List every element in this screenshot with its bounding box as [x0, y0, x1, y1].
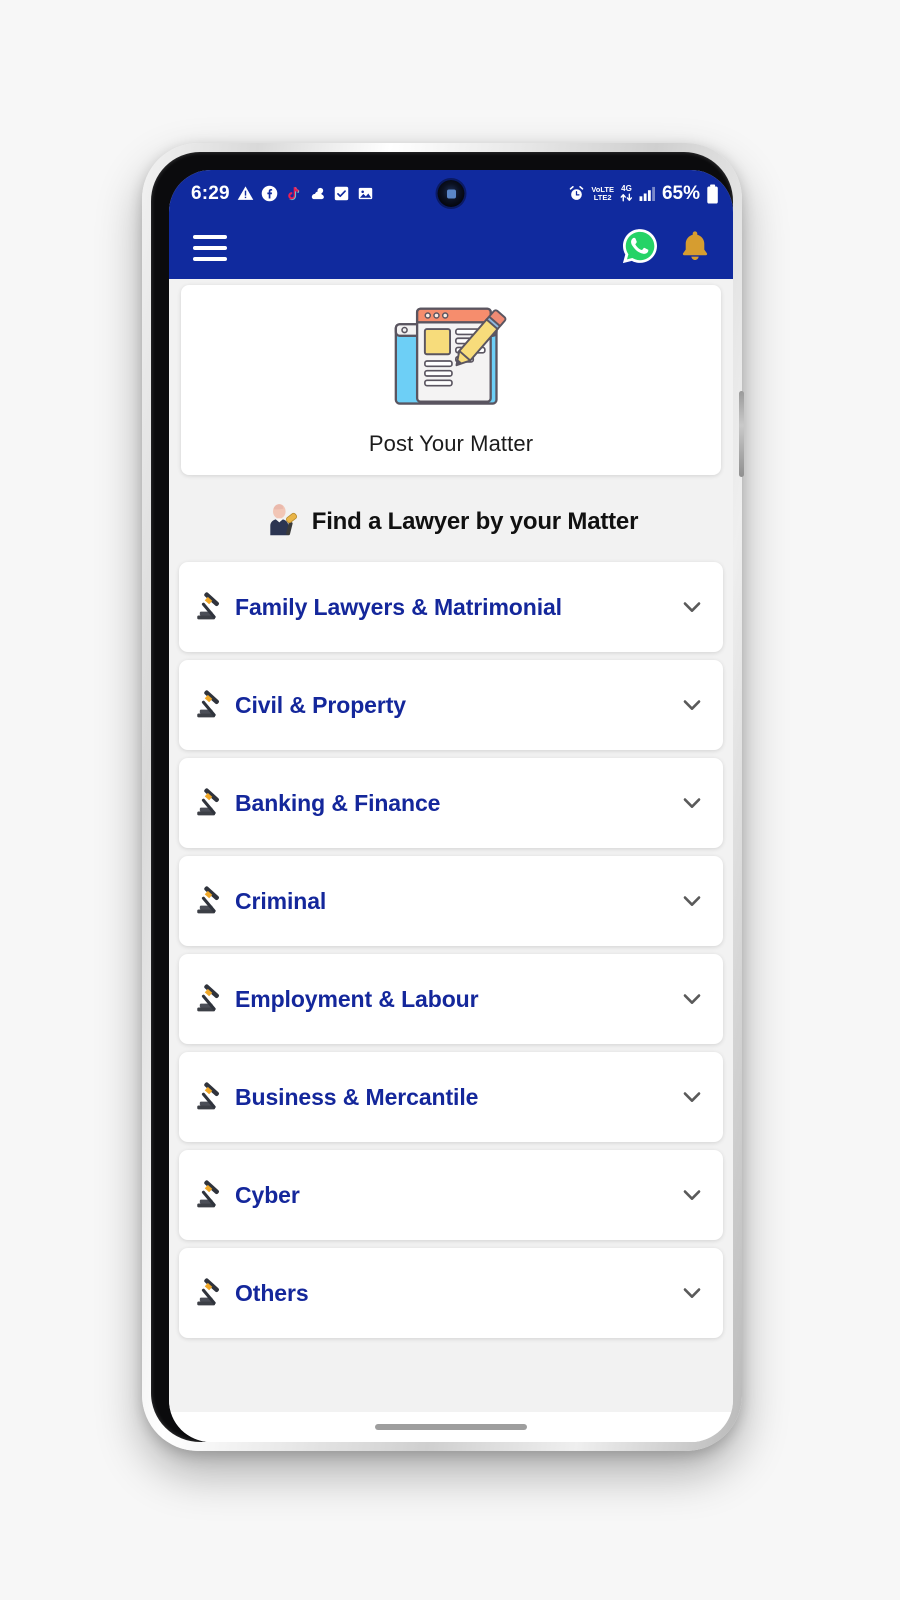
lawyer-category-list: Family Lawyers & Matrimonial Civil & Pro… [169, 562, 733, 1338]
chevron-down-icon[interactable] [679, 692, 705, 718]
chevron-down-icon[interactable] [679, 986, 705, 1012]
hamburger-line [193, 246, 227, 250]
chevron-down-icon[interactable] [679, 1280, 705, 1306]
gavel-icon [197, 592, 219, 620]
category-row-criminal[interactable]: Criminal [179, 856, 723, 946]
gavel-icon [197, 1278, 219, 1306]
category-label: Employment & Labour [235, 985, 479, 1012]
judge-emoji-icon [264, 501, 300, 542]
gesture-navigation-bar [169, 1412, 733, 1442]
tiktok-icon [285, 185, 302, 202]
chevron-down-icon[interactable] [679, 1182, 705, 1208]
category-label: Business & Mercantile [235, 1083, 479, 1110]
hamburger-line [193, 235, 227, 239]
category-row-employment-labour[interactable]: Employment & Labour [179, 954, 723, 1044]
category-row-others[interactable]: Others [179, 1248, 723, 1338]
gavel-icon [197, 984, 219, 1012]
status-bar-clock: 6:29 [191, 182, 230, 204]
data-transfer-arrows-icon [620, 193, 633, 202]
category-row-business-mercantile[interactable]: Business & Mercantile [179, 1052, 723, 1142]
battery-percentage-label: 65% [661, 182, 700, 204]
battery-icon [706, 184, 719, 204]
gallery-icon [357, 185, 374, 202]
gavel-icon [197, 690, 219, 718]
volte-indicator: VoLTE LTE2 [591, 186, 614, 201]
facebook-icon [261, 185, 278, 202]
network-4g-indicator: 4G [620, 185, 633, 202]
volte-bottom-label: LTE2 [593, 192, 612, 202]
whatsapp-icon[interactable] [621, 227, 659, 270]
category-row-cyber[interactable]: Cyber [179, 1150, 723, 1240]
power-side-button[interactable] [739, 391, 744, 477]
warning-triangle-icon [237, 185, 254, 202]
weather-icon [309, 185, 326, 202]
alarm-clock-icon [568, 185, 585, 202]
app-content-area: Post Your Matter Find a Lawyer by your M… [169, 279, 733, 1442]
gavel-icon [197, 1180, 219, 1208]
category-label: Cyber [235, 1181, 300, 1208]
category-label: Civil & Property [235, 691, 406, 718]
chevron-down-icon[interactable] [679, 790, 705, 816]
phone-bezel: 6:29 VoLTE LTE2 4G 65% Post Your Matter … [151, 152, 733, 1442]
post-your-matter-label: Post Your Matter [368, 431, 534, 456]
status-bar: 6:29 VoLTE LTE2 4G 65% [169, 170, 733, 217]
hamburger-menu-icon[interactable] [193, 235, 227, 261]
gavel-icon [197, 886, 219, 914]
network-type-label: 4G [621, 184, 632, 193]
find-lawyer-title: Find a Lawyer by your Matter [311, 507, 639, 535]
app-bar [169, 217, 733, 279]
bell-icon[interactable] [679, 229, 711, 268]
category-row-family-lawyers-matrimonial[interactable]: Family Lawyers & Matrimonial [179, 562, 723, 652]
app-bar-actions [621, 227, 711, 270]
category-label: Criminal [235, 887, 327, 914]
hamburger-line [193, 257, 227, 261]
signal-bars-icon [639, 186, 656, 201]
category-label: Others [235, 1279, 309, 1306]
find-lawyer-section-header: Find a Lawyer by your Matter [169, 475, 733, 562]
phone-device-frame: 6:29 VoLTE LTE2 4G 65% Post Your Matter … [142, 143, 744, 1451]
chevron-down-icon[interactable] [679, 888, 705, 914]
chevron-down-icon[interactable] [679, 594, 705, 620]
phone-screen: 6:29 VoLTE LTE2 4G 65% Post Your Matter … [169, 170, 733, 1442]
chevron-down-icon[interactable] [679, 1084, 705, 1110]
category-label: Family Lawyers & Matrimonial [235, 593, 562, 620]
post-your-matter-card[interactable]: Post Your Matter [181, 285, 721, 475]
category-row-banking-finance[interactable]: Banking & Finance [179, 758, 723, 848]
gavel-icon [197, 1082, 219, 1110]
category-row-civil-property[interactable]: Civil & Property [179, 660, 723, 750]
tasks-icon [333, 185, 350, 202]
gesture-navigation-pill[interactable] [375, 1424, 527, 1430]
status-bar-left-group: 6:29 [191, 183, 374, 205]
document-with-pencil-illustration [394, 307, 507, 405]
category-label: Banking & Finance [235, 789, 441, 816]
gavel-icon [197, 788, 219, 816]
front-camera-punch-hole [437, 180, 465, 207]
status-bar-right-group: VoLTE LTE2 4G 65% [568, 183, 719, 205]
